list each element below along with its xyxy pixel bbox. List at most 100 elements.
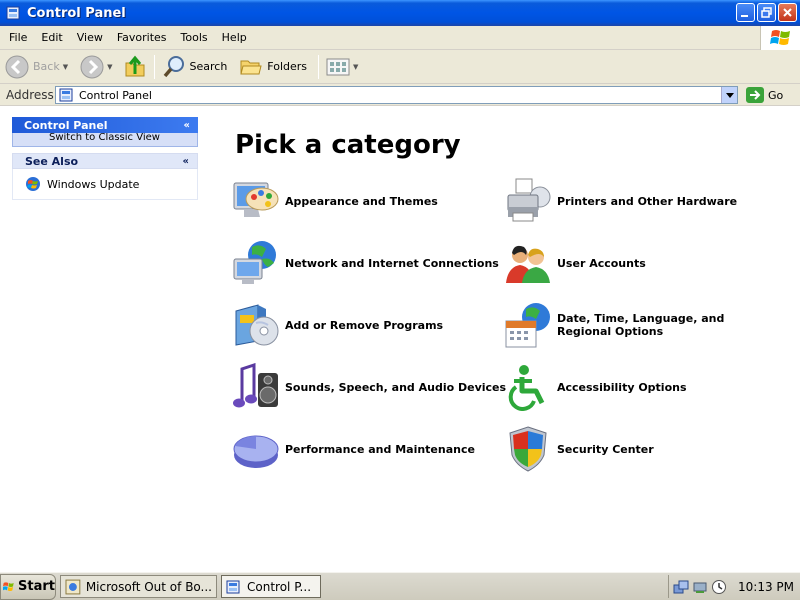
- see-also-section: See Also « Windows Update: [12, 153, 198, 200]
- section-title: Control Panel: [24, 118, 108, 132]
- category-label: Date, Time, Language, and Regional Optio…: [557, 312, 725, 338]
- start-button[interactable]: Start: [0, 573, 56, 600]
- category-network[interactable]: Network and Internet Connections: [231, 238, 499, 288]
- address-value: Control Panel: [79, 88, 152, 102]
- task-pane: Control Panel « Switch to Classic View S…: [0, 106, 211, 572]
- search-icon: [163, 55, 184, 77]
- appearance-icon: [233, 182, 279, 217]
- network-icon: [233, 241, 276, 284]
- category-label: Accessibility Options: [557, 380, 687, 394]
- go-label: Go: [768, 88, 784, 102]
- clock[interactable]: 10:13 PM: [738, 580, 794, 594]
- menu-tools[interactable]: Tools: [174, 31, 215, 44]
- category-appearance[interactable]: Appearance and Themes: [231, 176, 438, 226]
- control-panel-icon: [59, 88, 73, 102]
- back-dropdown-icon[interactable]: ▼: [63, 63, 68, 71]
- close-icon: [783, 8, 792, 17]
- page-title: Pick a category: [235, 130, 461, 160]
- programs-icon: [235, 304, 279, 346]
- folders-label: Folders: [267, 60, 308, 73]
- up-folder-icon: [125, 55, 144, 76]
- close-button[interactable]: [778, 3, 797, 22]
- control-panel-icon: [226, 580, 240, 593]
- folders-icon: [240, 60, 262, 74]
- toolbar-separator: [318, 54, 320, 79]
- views-dropdown-icon[interactable]: ▼: [353, 63, 358, 71]
- see-also-header[interactable]: See Also «: [12, 153, 198, 169]
- folders-button[interactable]: Folders: [236, 53, 310, 81]
- forward-dropdown-icon[interactable]: ▼: [107, 63, 112, 71]
- windows-logo: [760, 26, 800, 50]
- forward-arrow-icon: [80, 55, 104, 78]
- go-button[interactable]: Go: [746, 87, 783, 103]
- window-title: Control Panel: [27, 5, 126, 21]
- category-label: Appearance and Themes: [285, 194, 438, 208]
- control-panel-icon: [6, 6, 20, 20]
- back-button[interactable]: Back ▼: [2, 53, 71, 81]
- chevron-down-icon: [725, 92, 734, 98]
- menu-file[interactable]: File: [0, 31, 34, 44]
- minimize-button[interactable]: [736, 3, 755, 22]
- collapse-chevron-icon[interactable]: «: [183, 156, 189, 167]
- category-add-remove-programs[interactable]: Add or Remove Programs: [231, 300, 443, 350]
- title-bar[interactable]: Control Panel: [0, 0, 800, 26]
- datetime-icon: [505, 303, 550, 348]
- menu-favorites[interactable]: Favorites: [110, 31, 174, 44]
- address-input[interactable]: Control Panel: [55, 86, 738, 104]
- menu-view[interactable]: View: [70, 31, 110, 44]
- task-label: Control P...: [247, 579, 312, 594]
- category-label: Security Center: [557, 442, 654, 456]
- sound-icon: [233, 363, 278, 408]
- windows-update-label: Windows Update: [47, 177, 140, 191]
- restore-button[interactable]: [757, 3, 776, 22]
- toolbar-separator: [153, 54, 155, 79]
- views-button[interactable]: ▼: [323, 53, 361, 81]
- restore-icon: [761, 7, 772, 18]
- category-label: Add or Remove Programs: [285, 318, 444, 332]
- go-arrow-icon: [746, 87, 764, 103]
- search-label: Search: [189, 60, 228, 73]
- hardware-status-icon[interactable]: [692, 579, 708, 595]
- category-date-time-language[interactable]: Date, Time, Language, and Regional Optio…: [503, 300, 772, 350]
- control-panel-section: Control Panel « Switch to Classic View: [12, 117, 198, 147]
- search-button[interactable]: Search: [159, 53, 231, 81]
- taskbar-item-oobe[interactable]: Microsoft Out of Bo...: [60, 575, 217, 598]
- menu-help[interactable]: Help: [215, 31, 254, 44]
- category-view: Pick a category Appearance and Themes Pr…: [211, 106, 800, 572]
- category-label: Network and Internet Connections: [285, 256, 499, 270]
- menu-edit[interactable]: Edit: [34, 31, 69, 44]
- printer-icon: [507, 178, 551, 222]
- windows-update-icon: [26, 177, 40, 191]
- back-label: Back: [33, 60, 60, 73]
- address-dropdown-button[interactable]: [721, 87, 737, 103]
- minimize-icon: [741, 15, 748, 17]
- windows-flag-icon: [3, 581, 14, 591]
- taskbar: Start Microsoft Out of Bo... Control P..…: [0, 572, 800, 600]
- category-security-center[interactable]: Security Center: [503, 424, 654, 474]
- collapse-chevron-icon[interactable]: «: [184, 120, 190, 131]
- taskbar-item-control-panel[interactable]: Control P...: [221, 575, 321, 598]
- forward-button[interactable]: ▼: [77, 53, 115, 81]
- accessibility-icon: [508, 365, 545, 411]
- category-accessibility[interactable]: Accessibility Options: [503, 362, 687, 412]
- toolbar: Back ▼ ▼ Search Folders ▼: [0, 50, 800, 84]
- category-label: User Accounts: [557, 256, 646, 270]
- network-status-icon[interactable]: [673, 579, 689, 595]
- category-label: Performance and Maintenance: [285, 442, 475, 456]
- category-printers[interactable]: Printers and Other Hardware: [503, 176, 737, 226]
- section-title: See Also: [25, 154, 79, 168]
- category-performance[interactable]: Performance and Maintenance: [231, 424, 475, 474]
- up-button[interactable]: [120, 53, 150, 81]
- task-label: Microsoft Out of Bo...: [85, 579, 212, 594]
- section-body: Switch to Classic View: [12, 133, 198, 147]
- views-icon: [326, 58, 350, 75]
- start-label: Start: [18, 579, 55, 594]
- clock-status-icon[interactable]: [711, 579, 727, 595]
- windows-update-link[interactable]: Windows Update: [12, 169, 198, 200]
- control-panel-section-header[interactable]: Control Panel «: [12, 117, 198, 133]
- windows-flag-icon: [769, 30, 790, 45]
- category-user-accounts[interactable]: User Accounts: [503, 238, 646, 288]
- category-sounds[interactable]: Sounds, Speech, and Audio Devices: [231, 362, 506, 412]
- switch-classic-view-link[interactable]: Switch to Classic View: [49, 133, 160, 143]
- category-label: Printers and Other Hardware: [557, 194, 738, 208]
